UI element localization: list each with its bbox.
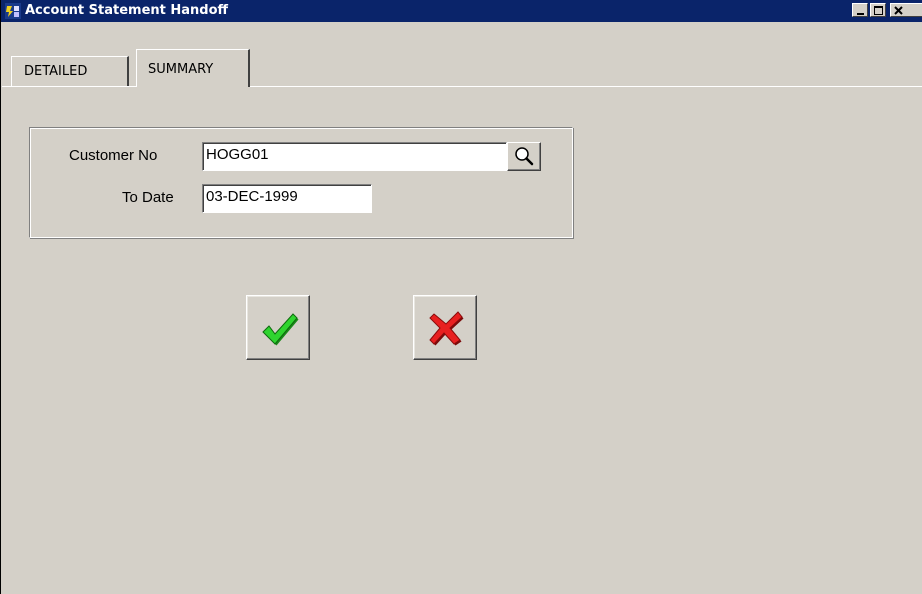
search-icon <box>515 147 534 166</box>
customer-no-field[interactable]: HOGG01 <box>202 142 507 171</box>
minimize-button[interactable] <box>852 3 868 17</box>
close-button[interactable] <box>890 3 922 17</box>
cross-icon <box>429 311 464 346</box>
cancel-button[interactable] <box>413 295 477 360</box>
app-icon <box>5 3 21 19</box>
tab-summary-label: SUMMARY <box>148 62 214 77</box>
checkmark-icon <box>262 313 299 346</box>
title-bar[interactable]: Account Statement Handoff <box>1 0 922 22</box>
window-title: Account Statement Handoff <box>25 3 229 18</box>
tab-detailed[interactable]: DETAILED <box>11 56 129 86</box>
maximize-icon <box>874 6 883 15</box>
ok-button[interactable] <box>246 295 310 360</box>
maximize-button[interactable] <box>870 3 886 17</box>
to-date-field[interactable]: 03-DEC-1999 <box>202 184 372 213</box>
to-date-label: To Date <box>122 189 174 206</box>
customer-lookup-button[interactable] <box>507 142 541 171</box>
tab-panel-edge <box>250 86 922 87</box>
tab-summary[interactable]: SUMMARY <box>136 49 250 87</box>
tab-detailed-label: DETAILED <box>24 64 88 79</box>
minimize-icon <box>857 13 864 15</box>
tab-panel-edge <box>2 86 136 87</box>
close-icon <box>894 6 903 15</box>
application-window: Account Statement Handoff DETAILED SUMMA… <box>0 0 922 594</box>
customer-no-label: Customer No <box>69 147 158 164</box>
